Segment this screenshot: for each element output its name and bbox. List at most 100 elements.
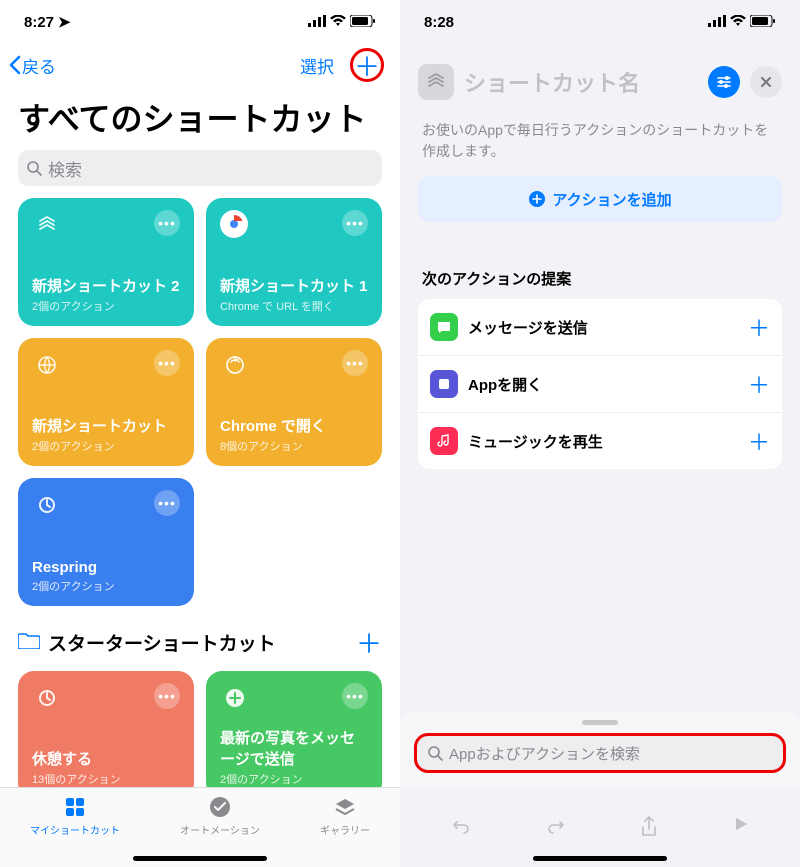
redo-button[interactable] xyxy=(545,815,567,845)
suggestion-icon xyxy=(430,313,458,341)
battery-icon xyxy=(750,14,776,31)
shortcut-tile[interactable]: ••• Respring 2個のアクション xyxy=(18,478,194,606)
shortcut-tile[interactable]: ••• Chrome で開く 8個のアクション xyxy=(206,338,382,466)
shortcut-icon-button[interactable] xyxy=(418,64,454,100)
share-button[interactable] xyxy=(639,815,659,845)
tab-item[interactable]: マイショートカット xyxy=(30,794,120,867)
suggestion-item[interactable]: Appを開く ＋ xyxy=(418,356,782,413)
add-action-label: アクションを追加 xyxy=(552,189,671,210)
add-action-button[interactable]: アクションを追加 xyxy=(418,176,782,222)
status-time: 8:27 xyxy=(24,14,54,31)
signal-icon xyxy=(308,14,326,31)
editor-header: ショートカット名 xyxy=(400,44,800,112)
folder-icon xyxy=(18,631,40,655)
action-search-input[interactable]: Appおよびアクションを検索 xyxy=(414,733,786,773)
tile-more-button[interactable]: ••• xyxy=(342,210,368,236)
tile-more-button[interactable]: ••• xyxy=(154,490,180,516)
tab-icon xyxy=(62,794,88,820)
close-button[interactable] xyxy=(750,66,782,98)
tab-label: ギャラリー xyxy=(320,822,370,837)
suggestions-list: メッセージを送信 ＋ Appを開く ＋ ミュージックを再生 ＋ xyxy=(418,299,782,469)
suggestion-icon xyxy=(430,370,458,398)
shortcut-tile[interactable]: ••• 新規ショートカット 1 Chrome で URL を開く xyxy=(206,198,382,326)
tab-item[interactable]: ギャラリー xyxy=(320,794,370,867)
add-button[interactable]: ＋ xyxy=(350,48,384,82)
tile-name: 最新の写真をメッセージで送信 xyxy=(220,727,368,769)
select-button[interactable]: 選択 xyxy=(300,53,334,78)
tile-more-button[interactable]: ••• xyxy=(342,683,368,709)
play-button[interactable] xyxy=(732,815,750,845)
tile-subtitle: 2個のアクション xyxy=(220,771,368,787)
status-bar: 8:28 xyxy=(400,0,800,44)
suggestion-label: Appを開く xyxy=(468,374,738,395)
search-placeholder: 検索 xyxy=(48,156,82,181)
back-label: 戻る xyxy=(22,53,56,78)
home-indicator xyxy=(533,856,667,861)
starter-grid: ••• 休憩する 13個のアクション ••• 最新の写真をメッセージで送信 2個のアクショ… xyxy=(0,671,400,799)
shortcut-tile[interactable]: ••• 休憩する 13個のアクション xyxy=(18,671,194,799)
nav-bar: 戻る 選択 ＋ xyxy=(0,44,400,90)
tile-subtitle: 2個のアクション xyxy=(32,578,180,594)
shortcut-tile[interactable]: ••• 新規ショートカット 2個のアクション xyxy=(18,338,194,466)
suggestion-item[interactable]: メッセージを送信 ＋ xyxy=(418,299,782,356)
suggestion-item[interactable]: ミュージックを再生 ＋ xyxy=(418,413,782,469)
tile-subtitle: 2個のアクション xyxy=(32,298,180,314)
status-time: 8:28 xyxy=(424,14,454,31)
status-bar: 8:27➤ xyxy=(0,0,400,44)
action-search-sheet[interactable]: Appおよびアクションを検索 xyxy=(400,712,800,787)
undo-button[interactable] xyxy=(450,815,472,845)
hint-text: お使いのAppで毎日行うアクションのショートカットを作成します。 xyxy=(400,112,800,176)
search-icon xyxy=(427,745,443,761)
page-title: すべてのショートカット xyxy=(0,90,400,150)
shortcut-name-input[interactable]: ショートカット名 xyxy=(464,66,698,98)
home-indicator xyxy=(133,856,267,861)
tile-name: 休憩する xyxy=(32,748,180,769)
tile-more-button[interactable]: ••• xyxy=(154,350,180,376)
tab-label: オートメーション xyxy=(180,822,260,837)
tab-icon xyxy=(332,794,358,820)
location-icon: ➤ xyxy=(58,13,71,31)
tile-subtitle: 8個のアクション xyxy=(220,438,368,454)
suggestion-add-button[interactable]: ＋ xyxy=(748,425,770,457)
starter-section-header[interactable]: スターターショートカット ＋ xyxy=(18,624,382,661)
starter-title: スターターショートカット xyxy=(48,629,276,656)
shortcut-tile[interactable]: ••• 新規ショートカット 2 2個のアクション xyxy=(18,198,194,326)
tile-subtitle: Chrome で URL を開く xyxy=(220,298,368,314)
tab-label: マイショートカット xyxy=(30,822,120,837)
suggestion-add-button[interactable]: ＋ xyxy=(748,368,770,400)
signal-icon xyxy=(708,14,726,31)
shortcuts-grid: ••• 新規ショートカット 2 2個のアクション ••• 新規ショートカット 1 Chro… xyxy=(0,198,400,606)
shortcuts-list-screen: 8:27➤ 戻る 選択 ＋ すべてのショートカット 検索 xyxy=(0,0,400,867)
editor-toolbar xyxy=(400,815,800,845)
suggestion-label: メッセージを送信 xyxy=(468,317,738,338)
suggestion-label: ミュージックを再生 xyxy=(468,431,738,452)
battery-icon xyxy=(350,14,376,31)
suggestions-title: 次のアクションの提案 xyxy=(400,222,800,299)
sheet-grabber[interactable] xyxy=(582,720,618,725)
add-starter-button[interactable]: ＋ xyxy=(356,624,382,661)
tile-name: 新規ショートカット xyxy=(32,415,180,436)
settings-button[interactable] xyxy=(708,66,740,98)
tile-name: Chrome で開く xyxy=(220,415,368,436)
suggestion-add-button[interactable]: ＋ xyxy=(748,311,770,343)
tile-name: 新規ショートカット 2 xyxy=(32,275,180,296)
tab-icon xyxy=(207,794,233,820)
back-button[interactable]: 戻る xyxy=(8,53,56,78)
tile-subtitle: 2個のアクション xyxy=(32,438,180,454)
plus-circle-icon xyxy=(528,190,546,208)
tile-subtitle: 13個のアクション xyxy=(32,771,180,787)
tab-bar: マイショートカット オートメーション ギャラリー xyxy=(0,787,400,867)
shortcut-editor-screen: 8:28 ショートカット名 お使いのAppで毎日行うアクションのショートカットを… xyxy=(400,0,800,867)
wifi-icon xyxy=(730,14,746,31)
action-search-placeholder: Appおよびアクションを検索 xyxy=(449,743,640,764)
tile-more-button[interactable]: ••• xyxy=(154,683,180,709)
tile-name: 新規ショートカット 1 xyxy=(220,275,368,296)
search-input[interactable]: 検索 xyxy=(18,150,382,186)
wifi-icon xyxy=(330,14,346,31)
tile-more-button[interactable]: ••• xyxy=(154,210,180,236)
suggestion-icon xyxy=(430,427,458,455)
tile-name: Respring xyxy=(32,559,180,576)
search-icon xyxy=(26,160,42,176)
shortcut-tile[interactable]: ••• 最新の写真をメッセージで送信 2個のアクション xyxy=(206,671,382,799)
tile-more-button[interactable]: ••• xyxy=(342,350,368,376)
